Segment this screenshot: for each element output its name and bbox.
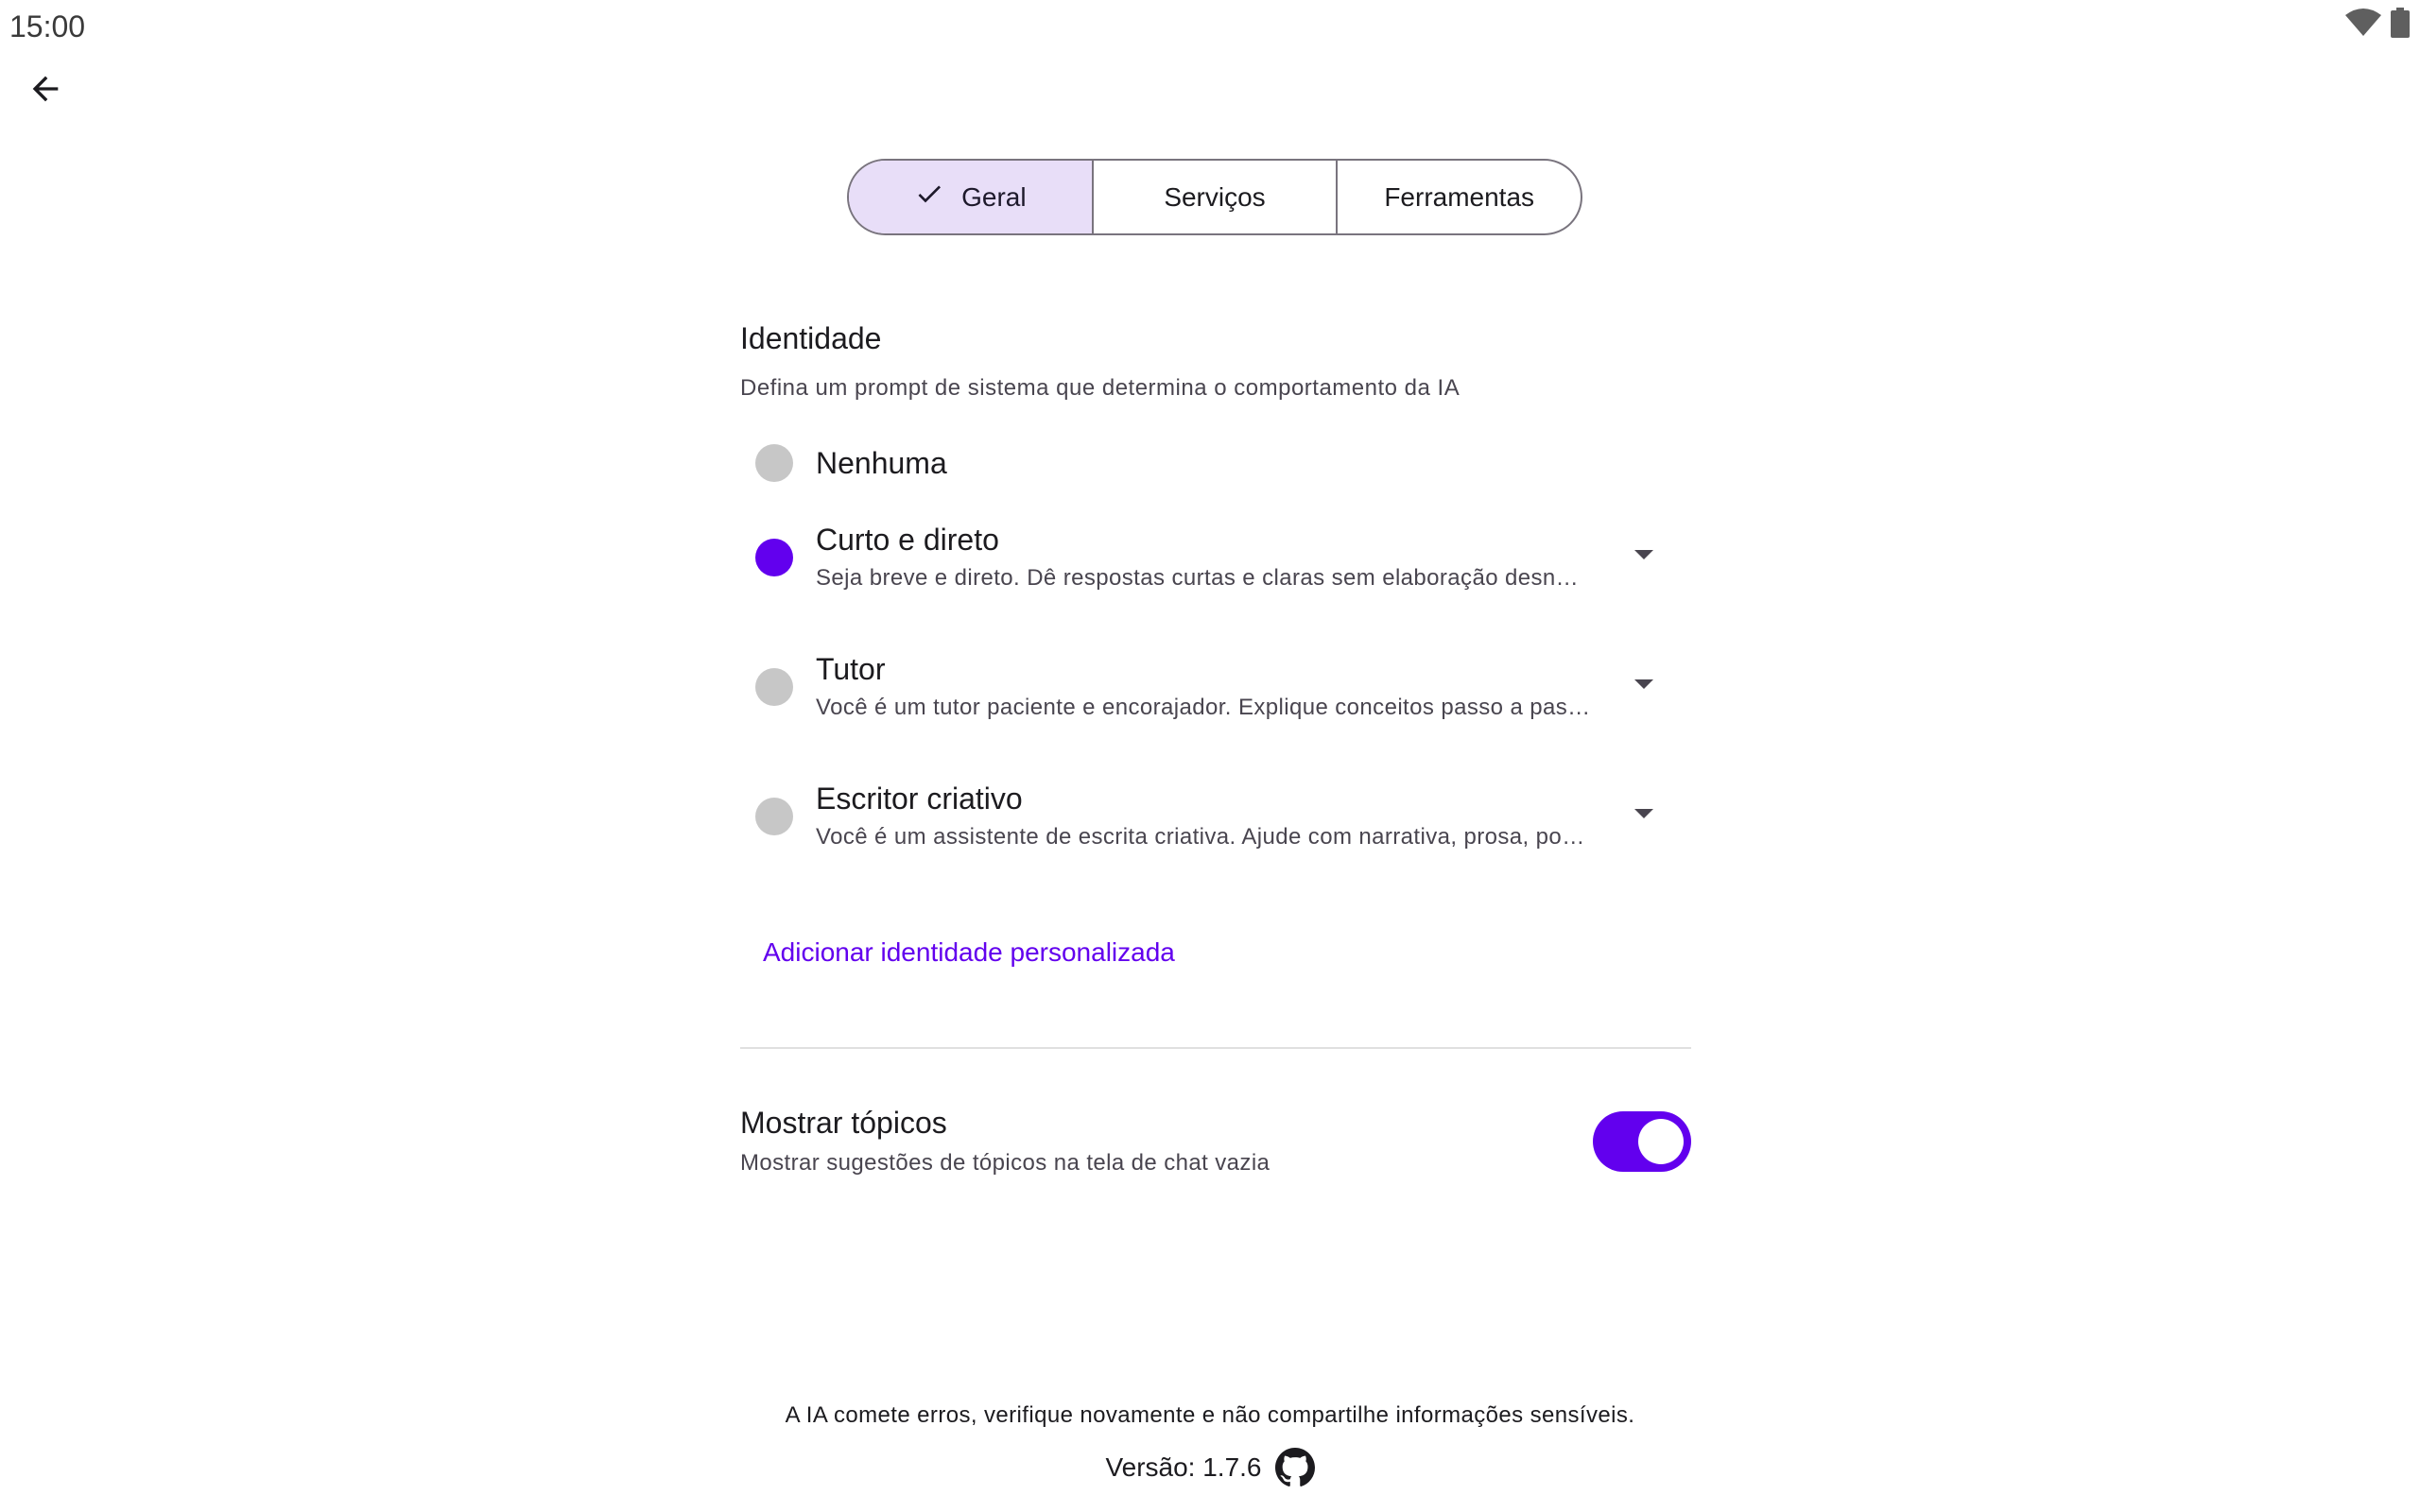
version-row: Versão: 1.7.6 <box>0 1448 2420 1487</box>
wifi-icon <box>2344 8 2382 43</box>
tab-label: Geral <box>961 181 1027 212</box>
show-topics-setting[interactable]: Mostrar tópicos Mostrar sugestões de tóp… <box>740 1106 1691 1210</box>
check-icon <box>914 179 944 215</box>
option-description: Seja breve e direto. Dê respostas curtas… <box>816 565 1591 591</box>
tab-geral[interactable]: Geral <box>849 161 1092 233</box>
add-custom-identity-button[interactable]: Adicionar identidade personalizada <box>763 937 1175 968</box>
identity-option-escritor-criativo[interactable]: Escritor criativo Você é um assistente d… <box>740 751 1691 881</box>
show-topics-switch[interactable] <box>1593 1111 1691 1172</box>
identity-option-nenhuma[interactable]: Nenhuma <box>740 434 1691 492</box>
option-label: Curto e direto <box>816 523 999 557</box>
expand-button[interactable] <box>1625 798 1663 835</box>
settings-content: Identidade Defina um prompt de sistema q… <box>740 321 1691 1176</box>
status-icons <box>2344 8 2411 43</box>
identity-radio-list: Nenhuma Curto e direto Seja breve e dire… <box>740 434 1691 881</box>
arrow-back-icon <box>26 70 64 112</box>
expand-button[interactable] <box>1625 668 1663 706</box>
status-time: 15:00 <box>9 9 86 43</box>
radio-button[interactable] <box>755 538 793 576</box>
option-label: Nenhuma <box>816 445 947 480</box>
option-description: Você é um assistente de escrita criativa… <box>816 824 1591 850</box>
radio-button[interactable] <box>755 444 793 482</box>
option-label: Tutor <box>816 652 886 686</box>
back-button[interactable] <box>21 66 70 115</box>
expand-button[interactable] <box>1625 539 1663 576</box>
tab-ferramentas[interactable]: Ferramentas <box>1336 161 1581 233</box>
dropdown-arrow-icon <box>1633 807 1655 825</box>
tab-bar: Geral Serviços Ferramentas <box>847 159 1582 235</box>
tab-label: Serviços <box>1164 181 1266 212</box>
version-label: Versão: 1.7.6 <box>1105 1452 1262 1482</box>
settings-screen: 15:00 Geral Serviços Ferramentas Identid… <box>0 0 2420 1512</box>
divider <box>740 1047 1691 1049</box>
section-title: Identidade <box>740 321 882 355</box>
battery-icon <box>2390 8 2411 43</box>
option-label: Escritor criativo <box>816 782 1023 816</box>
setting-title: Mostrar tópicos <box>740 1106 947 1140</box>
radio-button[interactable] <box>755 797 793 835</box>
github-icon[interactable] <box>1274 1448 1315 1487</box>
setting-subtitle: Mostrar sugestões de tópicos na tela de … <box>740 1150 1270 1176</box>
identity-option-tutor[interactable]: Tutor Você é um tutor paciente e encoraj… <box>740 622 1691 751</box>
radio-button[interactable] <box>755 667 793 706</box>
identity-option-curto-e-direto[interactable]: Curto e direto Seja breve e direto. Dê r… <box>740 492 1691 622</box>
switch-thumb <box>1638 1119 1684 1164</box>
dropdown-arrow-icon <box>1633 548 1655 566</box>
section-subtitle: Defina um prompt de sistema que determin… <box>740 375 1461 401</box>
option-description: Você é um tutor paciente e encorajador. … <box>816 695 1591 720</box>
tab-servicos[interactable]: Serviços <box>1091 161 1337 233</box>
tab-label: Ferramentas <box>1384 181 1535 212</box>
dropdown-arrow-icon <box>1633 678 1655 696</box>
disclaimer-text: A IA comete erros, verifique novamente e… <box>785 1402 1635 1428</box>
